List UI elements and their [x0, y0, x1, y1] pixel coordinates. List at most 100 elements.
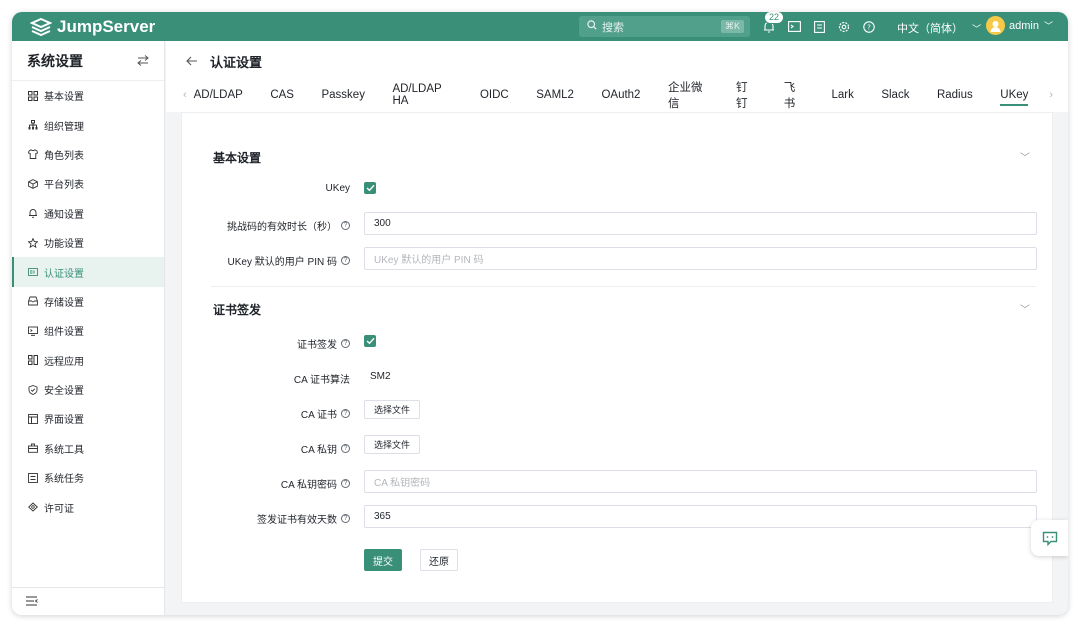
- ukey-pin-input[interactable]: UKey 默认的用户 PIN 码: [364, 247, 1037, 270]
- terminal-icon[interactable]: [787, 20, 801, 34]
- swap-icon[interactable]: [137, 53, 149, 69]
- sidebar-item-label: 系统任务: [44, 474, 84, 486]
- layout-icon: [27, 413, 38, 424]
- sidebar-item-label: 安全设置: [44, 386, 84, 398]
- search-placeholder: 搜索: [602, 21, 624, 34]
- chevron-down-icon: ﹀: [1043, 21, 1053, 31]
- sidebar-item-label: 远程应用: [44, 356, 84, 368]
- ca-key-password-label: CA 私钥密码?: [281, 476, 350, 491]
- help-icon[interactable]: ?: [341, 256, 350, 265]
- help-icon[interactable]: ?: [341, 221, 350, 230]
- tab-ad-ldap-ha[interactable]: AD/LDAP HA: [392, 78, 452, 112]
- challenge-duration-input[interactable]: 300: [364, 212, 1037, 235]
- app-window: JumpServer 搜索 ⌘K 22 ? 中文（简体） ﹀ admin ﹀ 系…: [12, 12, 1068, 615]
- language-label: 中文（简体）: [897, 23, 963, 35]
- top-bar: JumpServer 搜索 ⌘K 22 ? 中文（简体） ﹀ admin ﹀: [12, 12, 1068, 41]
- tab-oauth2[interactable]: OAuth2: [601, 78, 640, 112]
- submit-button[interactable]: 提交: [364, 549, 402, 571]
- ca-key-file-button[interactable]: 选择文件: [364, 435, 421, 454]
- help-icon[interactable]: ?: [862, 20, 876, 34]
- ca-key-password-input[interactable]: CA 私钥密码: [364, 470, 1037, 493]
- sidebar-item-storage[interactable]: 存储设置: [12, 287, 164, 316]
- bell-icon[interactable]: 22: [762, 12, 785, 34]
- logo[interactable]: JumpServer: [12, 17, 172, 37]
- checkmark-icon: [366, 337, 375, 345]
- tab-ad-ldap[interactable]: AD/LDAP: [194, 78, 243, 112]
- tab-dingtalk[interactable]: 钉钉: [736, 78, 756, 112]
- search-shortcut: ⌘K: [720, 20, 744, 33]
- challenge-label: 挑战码的有效时长（秒）?: [227, 218, 350, 233]
- help-icon[interactable]: ?: [341, 444, 350, 453]
- tab-slack[interactable]: Slack: [881, 78, 909, 112]
- tab-wecom[interactable]: 企业微信: [668, 78, 709, 112]
- sidebar-item-basic[interactable]: 基本设置: [12, 81, 164, 110]
- tab-ukey[interactable]: UKey: [1000, 78, 1029, 112]
- page-header: 认证设置 ‹ AD/LDAP CAS Passkey AD/LDAP HA OI…: [166, 41, 1068, 112]
- help-icon[interactable]: ?: [341, 409, 350, 418]
- page-title: 认证设置: [210, 55, 263, 70]
- sidebar-item-interface[interactable]: 界面设置: [12, 404, 164, 433]
- sidebar-collapse[interactable]: [12, 587, 164, 615]
- tab-radius[interactable]: Radius: [937, 78, 973, 112]
- avatar: [986, 16, 1005, 35]
- sidebar-item-platforms[interactable]: 平台列表: [12, 169, 164, 198]
- sidebar-item-notifications[interactable]: 通知设置: [12, 199, 164, 228]
- sidebar-item-auth[interactable]: 认证设置: [12, 257, 164, 287]
- section-title-basic: 基本设置: [213, 151, 262, 165]
- clipboard-icon[interactable]: [812, 20, 826, 34]
- chevron-down-icon[interactable]: ﹀: [1020, 301, 1030, 316]
- sidebar-title: 系统设置: [27, 52, 83, 69]
- tab-lark[interactable]: Lark: [831, 78, 853, 112]
- sidebar-header: 系统设置: [12, 41, 164, 81]
- sidebar-item-tasks[interactable]: 系统任务: [12, 463, 164, 492]
- bell-icon: [27, 208, 38, 219]
- sidebar-item-remote-apps[interactable]: 远程应用: [12, 346, 164, 375]
- shield-icon: [27, 384, 38, 395]
- svg-text:?: ?: [867, 23, 871, 31]
- help-icon[interactable]: ?: [341, 339, 350, 348]
- license-icon: [27, 502, 38, 513]
- sidebar-item-components[interactable]: 组件设置: [12, 316, 164, 345]
- sidebar-item-org[interactable]: 组织管理: [12, 110, 164, 139]
- sidebar-item-roles[interactable]: 角色列表: [12, 140, 164, 169]
- sidebar-item-label: 通知设置: [44, 209, 84, 221]
- language-selector[interactable]: 中文（简体） ﹀: [897, 20, 981, 36]
- logo-icon: [30, 17, 52, 36]
- ca-cert-file-button[interactable]: 选择文件: [364, 400, 421, 419]
- search-input[interactable]: 搜索 ⌘K: [579, 16, 750, 37]
- cert-issue-checkbox[interactable]: [364, 335, 376, 347]
- username: admin: [1009, 19, 1039, 32]
- chat-assistant-button[interactable]: [1031, 520, 1068, 556]
- chevron-down-icon: ﹀: [972, 24, 982, 34]
- sidebar-item-features[interactable]: 功能设置: [12, 228, 164, 257]
- sidebar-item-label: 组件设置: [44, 327, 84, 339]
- help-icon[interactable]: ?: [341, 514, 350, 523]
- ukey-checkbox[interactable]: [364, 182, 376, 194]
- cert-issue-label: 证书签发?: [297, 336, 350, 351]
- section-title-cert: 证书签发: [213, 303, 262, 317]
- tab-scroll-left-icon[interactable]: ‹: [176, 89, 194, 101]
- back-arrow-icon[interactable]: [186, 54, 198, 69]
- tab-scroll-right-icon[interactable]: ›: [1042, 89, 1060, 101]
- pin-label: UKey 默认的用户 PIN 码?: [228, 253, 350, 268]
- chevron-down-icon[interactable]: ﹀: [1020, 149, 1030, 164]
- tab-saml2[interactable]: SAML2: [536, 78, 574, 112]
- help-icon[interactable]: ?: [341, 479, 350, 488]
- storage-icon: [27, 296, 38, 307]
- tab-feishu[interactable]: 飞书: [784, 78, 804, 112]
- sidebar-item-security[interactable]: 安全设置: [12, 375, 164, 404]
- auth-tabs: ‹ AD/LDAP CAS Passkey AD/LDAP HA OIDC SA…: [176, 78, 1060, 112]
- gear-icon[interactable]: [837, 20, 851, 34]
- reset-button[interactable]: 还原: [420, 549, 458, 571]
- tab-cas[interactable]: CAS: [270, 78, 294, 112]
- menu-collapse-icon[interactable]: [26, 595, 38, 609]
- sidebar-item-tools[interactable]: 系统工具: [12, 434, 164, 463]
- sidebar-item-label: 基本设置: [44, 92, 84, 104]
- tab-oidc[interactable]: OIDC: [480, 78, 509, 112]
- search-icon: [587, 20, 597, 33]
- cert-validity-input[interactable]: 365: [364, 505, 1037, 528]
- user-menu[interactable]: admin ﹀: [986, 16, 1053, 35]
- tab-passkey[interactable]: Passkey: [321, 78, 364, 112]
- sidebar-item-license[interactable]: 许可证: [12, 492, 164, 521]
- notification-badge: 22: [764, 12, 785, 24]
